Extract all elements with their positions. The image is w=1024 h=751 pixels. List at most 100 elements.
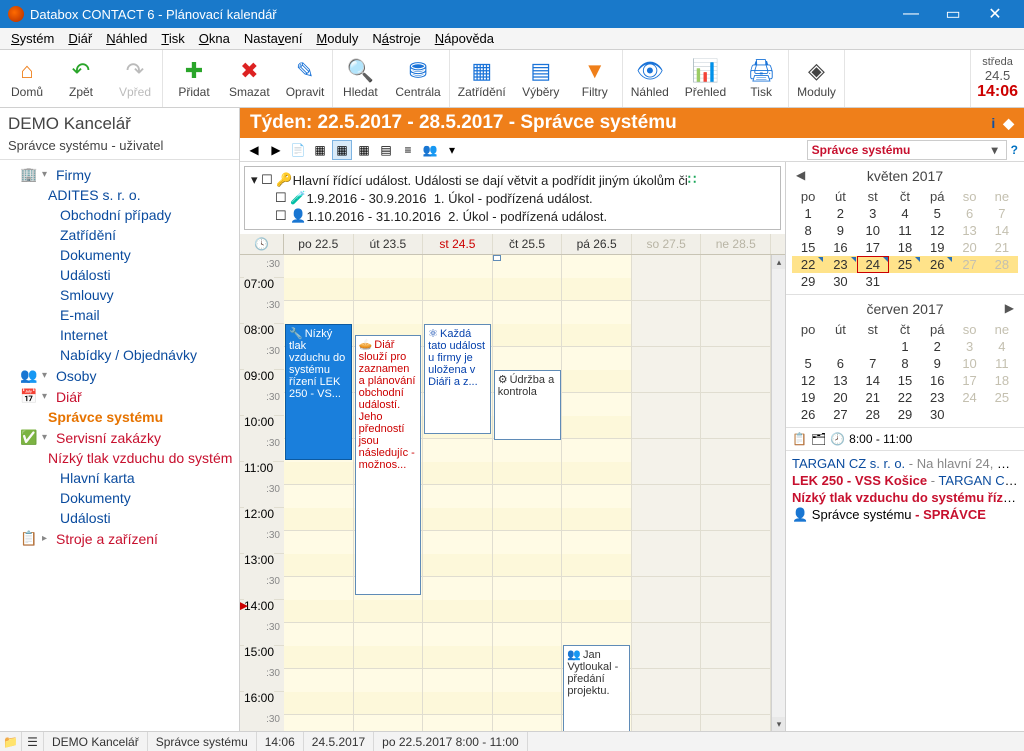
cal-day[interactable]: 16 (921, 372, 953, 389)
cal-day[interactable]: 18 (986, 372, 1018, 389)
cal-day[interactable]: 19 (921, 239, 953, 256)
view-week-icon[interactable]: ▦ (332, 140, 352, 160)
close-button[interactable]: ✕ (974, 0, 1016, 28)
cal-day[interactable]: 29 (889, 406, 921, 423)
cal-day[interactable]: 28 (857, 406, 889, 423)
dayhead-sun[interactable]: ne 28.5 (701, 234, 771, 254)
cal-day[interactable]: 1 (792, 205, 824, 222)
detail-line[interactable]: LEK 250 - VSS Košice - TARGAN CZ s. r. o… (792, 472, 1018, 489)
cal-day[interactable]: 13 (824, 372, 856, 389)
week-grid[interactable]: :30 07:00:30 08:00:30 09:00:30 10:00:30 … (240, 255, 785, 731)
menu-diar[interactable]: Diář (61, 29, 99, 48)
cal-day[interactable]: 13 (953, 222, 985, 239)
tree-stroje[interactable]: 📋▸Stroje a zařízení (0, 528, 239, 549)
cal-day[interactable]: 11 (986, 355, 1018, 372)
cal-day[interactable]: 20 (953, 239, 985, 256)
tree-nabidky[interactable]: Nabídky / Objednávky (0, 345, 239, 365)
cal-day[interactable]: 3 (857, 205, 889, 222)
cal-day[interactable]: 7 (857, 355, 889, 372)
cal-day[interactable]: 5 (792, 355, 824, 372)
menu-nastroje[interactable]: Nástroje (365, 29, 427, 48)
cal-day[interactable]: 9 (824, 222, 856, 239)
classify-button[interactable]: ▦Zatřídění (450, 56, 514, 101)
cal-day[interactable]: 17 (953, 372, 985, 389)
dayhead-sat[interactable]: so 27.5 (632, 234, 702, 254)
people-toggle-icon[interactable]: 👥 (420, 140, 440, 160)
cal-day[interactable]: 1 (889, 338, 921, 355)
event-udrzba-abs[interactable]: ⚙Údržba a kontrola (494, 370, 562, 440)
help-icon[interactable]: ? (1011, 143, 1018, 157)
tree-internet[interactable]: Internet (0, 325, 239, 345)
cal-next-icon[interactable]: ▶ (1005, 301, 1014, 315)
edit-button[interactable]: ✎Opravit (278, 56, 333, 101)
sb-list-icon[interactable]: ☰ (22, 732, 44, 751)
event-nizkytlak[interactable]: 🔧Nízký tlak vzduchu do systému řízení LE… (285, 324, 352, 460)
cal-day[interactable]: 25 (986, 389, 1018, 406)
detail-line[interactable]: TARGAN CZ s. r. o. - Na hlavní 24, PRAH (792, 455, 1018, 472)
cal-day[interactable]: 18 (889, 239, 921, 256)
day-col-sun[interactable] (701, 255, 771, 731)
add-button[interactable]: ✚Přidat (167, 56, 221, 101)
card-icon[interactable]: 🗂 (811, 432, 826, 446)
cal-day[interactable]: 25 (889, 256, 921, 273)
tree-adites[interactable]: ADITES s. r. o. (0, 185, 239, 205)
central-button[interactable]: ⛃Centrála (387, 56, 448, 101)
cal-day[interactable]: 16 (824, 239, 856, 256)
selections-button[interactable]: ▤Výběry (514, 56, 568, 101)
dayhead-wed[interactable]: st 24.5 (423, 234, 493, 254)
cal-day[interactable]: 22 (889, 389, 921, 406)
menu-napoveda[interactable]: Nápověda (428, 29, 501, 48)
modules-button[interactable]: ◈Moduly (789, 56, 844, 101)
cal-day[interactable]: 20 (824, 389, 856, 406)
detail-line[interactable]: 👤 Správce systému - SPRÁVCE (792, 506, 1018, 524)
print-button[interactable]: 🖨Tisk (734, 56, 788, 101)
nav-prev-icon[interactable]: ◀ (244, 140, 264, 160)
tree-servis[interactable]: ✅▾Servisní zakázky (0, 427, 239, 448)
event-jan[interactable]: 👥Jan Vytloukal - předání projektu. (563, 645, 630, 731)
day-col-tue[interactable]: 🥧Diář slouží pro zaznamen a plánování ob… (354, 255, 424, 731)
delete-button[interactable]: ✖Smazat (221, 56, 278, 101)
maximize-button[interactable]: ▭ (932, 0, 974, 28)
cal-day[interactable]: 26 (921, 256, 953, 273)
find-button[interactable]: 🔍Hledat (333, 56, 387, 101)
cal-day[interactable]: 2 (824, 205, 856, 222)
day-col-sat[interactable] (632, 255, 702, 731)
scroll-up-icon[interactable]: ▴ (772, 255, 785, 269)
cal-day[interactable]: 6 (824, 355, 856, 372)
tree-nizkytlak[interactable]: Nízký tlak vzduchu do systém (0, 448, 239, 468)
cal-day[interactable]: 24 (857, 256, 889, 273)
tree-servis-udalosti[interactable]: Události (0, 508, 239, 528)
menu-moduly[interactable]: Moduly (309, 29, 365, 48)
menu-okna[interactable]: Okna (192, 29, 237, 48)
cal-day[interactable]: 15 (792, 239, 824, 256)
dayhead-fri[interactable]: pá 26.5 (562, 234, 632, 254)
event-udrzba[interactable] (493, 255, 501, 261)
cal-day[interactable]: 28 (986, 256, 1018, 273)
info-icon[interactable]: i (991, 115, 995, 132)
cal-day[interactable]: 21 (986, 239, 1018, 256)
cal-day[interactable]: 5 (921, 205, 953, 222)
cal-day[interactable]: 11 (889, 222, 921, 239)
tree-firmy[interactable]: 🏢▾Firmy (0, 164, 239, 185)
day-col-mon[interactable]: 🔧Nízký tlak vzduchu do systému řízení LE… (284, 255, 354, 731)
event-diar[interactable]: 🥧Diář slouží pro zaznamen a plánování ob… (355, 335, 422, 595)
dayhead-mon[interactable]: po 22.5 (284, 234, 354, 254)
view-day-icon[interactable]: 📄 (288, 140, 308, 160)
nav-home-button[interactable]: ⌂Domů (0, 56, 54, 101)
cal-day[interactable]: 19 (792, 389, 824, 406)
cal-day[interactable]: 14 (986, 222, 1018, 239)
cal-day[interactable]: 8 (792, 222, 824, 239)
cal-day[interactable]: 31 (857, 273, 889, 290)
filter-toggle-icon[interactable]: ▾ (442, 140, 462, 160)
cal-day[interactable]: 10 (953, 355, 985, 372)
expand-dots-icon[interactable]: ∷ (688, 172, 694, 188)
cal-day[interactable]: 24 (953, 389, 985, 406)
view-month-icon[interactable]: ▦ (354, 140, 374, 160)
nav-back-button[interactable]: ↶Zpět (54, 56, 108, 101)
detail-line[interactable]: Nízký tlak vzduchu do systému řízení - (792, 489, 1018, 506)
cal-day[interactable]: 15 (889, 372, 921, 389)
tree-zatrideni[interactable]: Zatřídění (0, 225, 239, 245)
cal-day[interactable]: 6 (953, 205, 985, 222)
tree-obchodni[interactable]: Obchodní případy (0, 205, 239, 225)
cal-day[interactable]: 3 (953, 338, 985, 355)
